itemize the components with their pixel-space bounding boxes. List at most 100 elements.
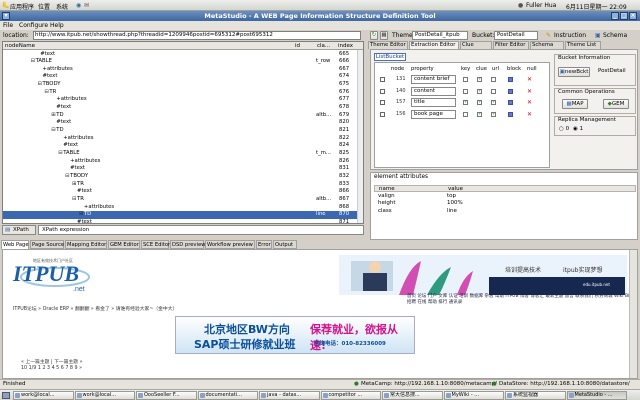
window-titlebar[interactable]: MetaStudio - A WEB Page Information Stru…: [0, 11, 640, 21]
taskbar-button[interactable]: documentati...: [197, 391, 258, 400]
xpath-button[interactable]: ▤ XPath: [2, 225, 36, 235]
key-checkbox[interactable]: [463, 111, 468, 117]
browser-launcher-icon[interactable]: ◉: [76, 2, 81, 9]
clock[interactable]: 6月11日星期一 22:09: [566, 2, 627, 11]
tree-row[interactable]: +attributes 826: [3, 158, 363, 166]
gem-button[interactable]: ◆GEM: [603, 99, 629, 109]
foot-icon[interactable]: 🦶: [2, 2, 9, 9]
close-icon[interactable]: ×: [629, 12, 637, 20]
tab-gem-editor[interactable]: GEM Editor: [108, 240, 140, 249]
null-checkbox[interactable]: ✕: [527, 88, 532, 94]
tree-row[interactable]: ⊟TABLE t_m... 825: [3, 150, 363, 158]
training-banner[interactable]: 培训提高技术 itpub实现梦想 edu.itpub.net: [339, 255, 627, 295]
show-desktop-icon[interactable]: [2, 392, 10, 399]
itpub-logo[interactable]: ITPUB .net 地区有效技术门户社区: [3, 255, 107, 293]
tab-page-source[interactable]: Page Source: [30, 240, 64, 249]
tree-row[interactable]: ⊟TR 676: [3, 89, 363, 97]
taskbar-button[interactable]: OooSeeller F...: [136, 391, 197, 400]
col-index[interactable]: index: [338, 42, 353, 50]
replica-option-0[interactable]: ○ 0: [559, 126, 569, 132]
instruction-button[interactable]: Instruction: [554, 32, 586, 39]
tree-row[interactable]: #text 831: [3, 165, 363, 173]
tab-extraction-editor[interactable]: Extraction Editor: [409, 41, 459, 49]
tree-row[interactable]: ⊟TD 821: [3, 127, 363, 135]
property-input[interactable]: content brief: [411, 75, 456, 84]
tab-theme-list[interactable]: Theme List: [565, 41, 601, 49]
col-node-name[interactable]: nodeName: [5, 42, 35, 50]
clue-checkbox[interactable]: [477, 76, 482, 82]
bucket-input[interactable]: PostDetail: [494, 31, 538, 40]
property-input[interactable]: content: [411, 86, 456, 96]
row-select-checkbox[interactable]: [380, 111, 385, 117]
tree-scrollbar[interactable]: [357, 50, 363, 223]
url-checkbox[interactable]: [491, 111, 496, 117]
taskbar-button[interactable]: competitor ...: [320, 391, 381, 400]
row-select-checkbox[interactable]: [380, 100, 385, 105]
menu-file[interactable]: File: [3, 22, 13, 29]
mail-launcher-icon[interactable]: ✉: [84, 2, 89, 9]
tree-row[interactable]: #text 820: [3, 119, 363, 127]
tree-row[interactable]: ⊟TBODY 832: [3, 173, 363, 181]
list-bucket-tab[interactable]: ListBucket: [374, 53, 406, 61]
tree-row[interactable]: #text 871: [3, 219, 363, 223]
tree-row[interactable]: #text 674: [3, 73, 363, 81]
tab-clue-editor[interactable]: Clue Editor: [460, 41, 492, 55]
menu-places[interactable]: 位置: [38, 2, 50, 11]
attribute-row[interactable]: height 100%: [374, 200, 636, 207]
menu-applications[interactable]: 应用程序: [10, 2, 34, 11]
tab-filter-editor[interactable]: Filter Editor: [493, 41, 529, 49]
col-attr-value[interactable]: value: [448, 186, 463, 192]
property-input[interactable]: book page: [411, 109, 456, 119]
new-bucket-button[interactable]: ▣newBckt: [558, 67, 590, 77]
property-input[interactable]: title: [411, 98, 456, 107]
tab-dsd-preview[interactable]: DSD preview: [170, 240, 205, 249]
block-checkbox[interactable]: [508, 88, 513, 94]
tab-sce-editor[interactable]: SCE Editor: [141, 240, 170, 249]
taskbar-button[interactable]: work@local...: [13, 391, 74, 400]
tab-output[interactable]: Output: [273, 240, 297, 249]
attribute-row[interactable]: class line: [374, 208, 636, 215]
taskbar-button[interactable]: MetaStudio - ...: [566, 391, 627, 400]
row-select-checkbox[interactable]: [380, 77, 385, 82]
breadcrumb[interactable]: ITPUB论坛 » Oracle ERP » 翻翻翻 » 看金了 » 请谁有经验…: [13, 305, 177, 312]
xpath-expression-input[interactable]: XPath expression: [38, 225, 364, 235]
webpage-scrollbar[interactable]: [629, 250, 637, 378]
tab-theme-editor[interactable]: Theme Editor: [368, 41, 408, 49]
key-checkbox[interactable]: [463, 99, 468, 105]
tab-schema-list[interactable]: Schema List: [530, 41, 564, 55]
tree-row[interactable]: +attributes 822: [3, 135, 363, 143]
user-name[interactable]: Fuller Hua: [526, 2, 556, 9]
col-attr-name[interactable]: name: [379, 186, 395, 192]
url-checkbox[interactable]: [491, 88, 496, 94]
location-input[interactable]: http://www.itpub.net/showthread.php?thre…: [33, 31, 361, 40]
tree-row[interactable]: ⊞TR 833: [3, 181, 363, 189]
grid-icon[interactable]: ▦: [380, 31, 388, 40]
replica-option-1[interactable]: ◉ 1: [573, 126, 583, 132]
site-nav-links[interactable]: 首页 论坛 门户 文库 认证 培训 数据库 杂志 帮助 ITPUB 博客 博客汇…: [407, 294, 637, 306]
schema-button[interactable]: Schema: [603, 32, 627, 39]
clue-checkbox[interactable]: [477, 88, 482, 94]
minimize-icon[interactable]: _: [611, 12, 619, 20]
tab-error[interactable]: Error: [256, 240, 272, 249]
taskbar-button[interactable]: java - datas...: [259, 391, 320, 400]
maximize-icon[interactable]: □: [620, 12, 628, 20]
url-checkbox[interactable]: [491, 99, 496, 105]
tab-web-page[interactable]: Web Page: [1, 240, 29, 249]
refresh-icon[interactable]: ↻: [370, 31, 378, 40]
tree-row[interactable]: +attributes 677: [3, 96, 363, 104]
tree-row[interactable]: +attributes 868: [3, 204, 363, 212]
taskbar-button[interactable]: 常大信息搜...: [382, 391, 443, 400]
prev-next-links[interactable]: « 上一篇主题 | 下一篇主题 »: [21, 358, 83, 365]
tree-row[interactable]: #text 824: [3, 142, 363, 150]
sap-training-banner[interactable]: 北京地区BW方向 SAP硕士研修就业班 保荐就业，欲报从速! 咨询电话：010-…: [175, 316, 415, 354]
bucket-row[interactable]: 156 book page ✕: [375, 109, 549, 121]
tree-row[interactable]: ⊟TBODY 675: [3, 81, 363, 89]
key-checkbox[interactable]: [463, 77, 468, 82]
map-button[interactable]: ▦MAP: [562, 99, 588, 109]
menu-system[interactable]: 系统: [56, 2, 68, 11]
tree-row[interactable]: #text 665: [3, 51, 363, 59]
tree-row[interactable]: #text 678: [3, 104, 363, 112]
row-select-checkbox[interactable]: [380, 88, 385, 94]
tree-row[interactable]: ⊟TR altb... 867: [3, 196, 363, 204]
null-checkbox[interactable]: ✕: [527, 111, 532, 117]
